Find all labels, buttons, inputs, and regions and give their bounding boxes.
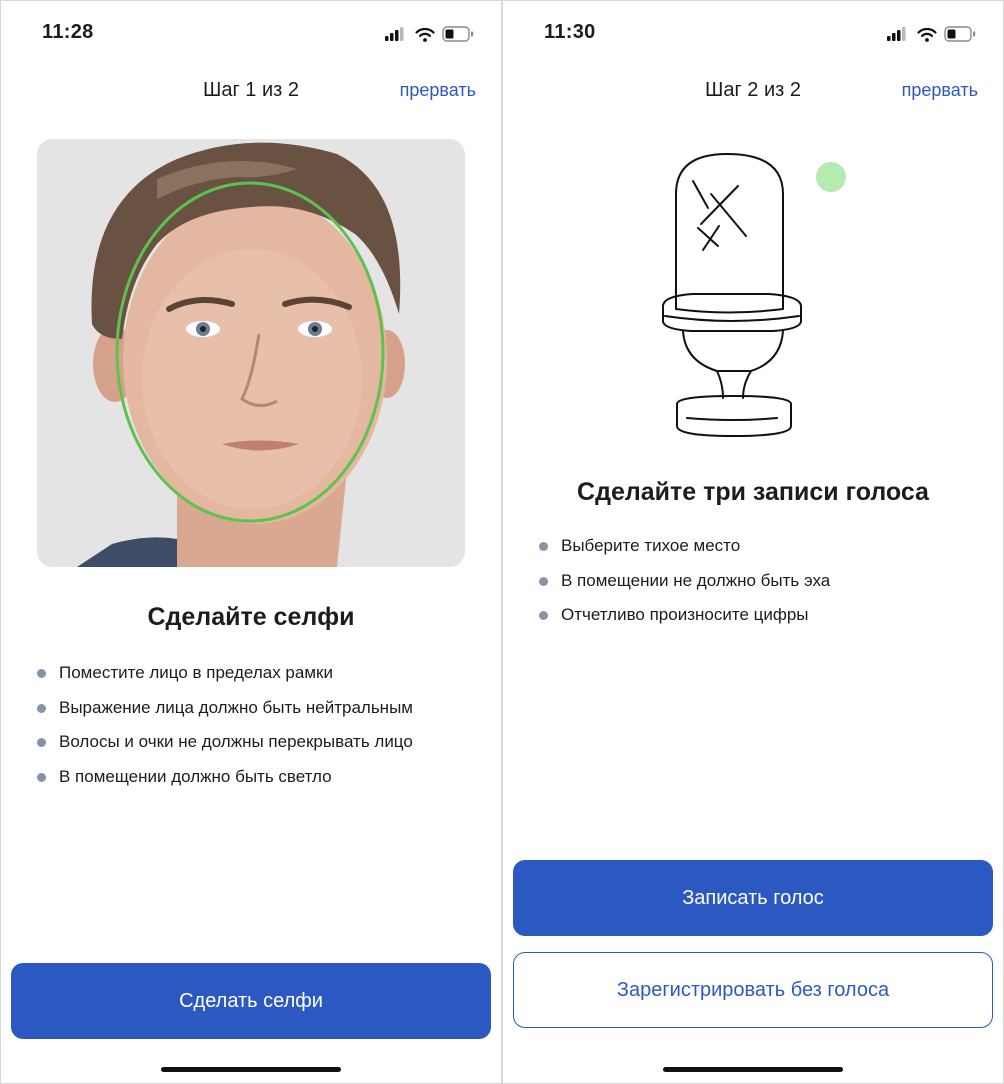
bullet-dot-icon <box>37 738 46 747</box>
wifi-icon <box>415 27 435 42</box>
bullet-dot-icon <box>37 772 46 782</box>
instruction-text: Выберите тихое место <box>561 536 741 555</box>
cellular-signal-icon <box>887 27 906 41</box>
selfie-preview <box>37 139 465 567</box>
status-time: 11:30 <box>544 21 596 43</box>
selfie-heading: Сделайте селфи <box>147 603 355 631</box>
cellular-signal-icon <box>385 27 404 41</box>
home-indicator[interactable] <box>663 1067 843 1072</box>
status-icons <box>385 26 474 42</box>
instruction-item: В помещении не должно быть эха <box>539 569 983 604</box>
instruction-item: Выберите тихое место <box>539 534 983 569</box>
recording-indicator <box>816 162 846 192</box>
instruction-item: Волосы и очки не должны перекрывать лицо <box>37 730 481 765</box>
abort-link[interactable]: прервать <box>400 80 476 101</box>
status-bar: 11:28 <box>1 1 501 61</box>
instruction-text: В помещении должно быть светло <box>59 766 332 786</box>
abort-link[interactable]: прервать <box>902 80 978 101</box>
record-voice-button[interactable]: Записать голос <box>513 860 993 936</box>
bullet-dot-icon <box>539 576 548 586</box>
instruction-text: Волосы и очки не должны перекрывать лицо <box>59 732 413 751</box>
instruction-text: Отчетливо произносите цифры <box>561 605 809 624</box>
take-selfie-button[interactable]: Сделать селфи <box>11 963 491 1039</box>
selfie-step-screen: 11:28 Шаг 1 из 2 прервать Сделайте селфи… <box>1 1 501 1083</box>
bullet-dot-icon <box>539 542 548 551</box>
instruction-item: Поместите лицо в пределах рамки <box>37 661 481 696</box>
voice-heading: Сделайте три записи голоса <box>577 478 929 506</box>
selfie-instructions: Поместите лицо в пределах рамки Выражени… <box>37 661 481 799</box>
bullet-dot-icon <box>37 669 46 678</box>
instruction-item: Выражение лица должно быть нейтральным <box>37 696 481 731</box>
battery-icon <box>442 26 474 42</box>
face-photo <box>37 139 465 567</box>
register-without-voice-button[interactable]: Зарегистрировать без голоса <box>513 952 993 1028</box>
voice-instructions: Выберите тихое место В помещении не долж… <box>539 534 983 638</box>
home-indicator[interactable] <box>161 1067 341 1072</box>
instruction-text: Выражение лица должно быть нейтральным <box>59 697 413 717</box>
status-time: 11:28 <box>42 21 94 43</box>
battery-icon <box>944 26 976 42</box>
status-icons <box>887 26 976 42</box>
instruction-item: Отчетливо произносите цифры <box>539 603 983 638</box>
instruction-text: В помещении не должно быть эха <box>561 570 831 590</box>
instruction-item: В помещении должно быть светло <box>37 765 481 800</box>
voice-step-screen: 11:30 Шаг 2 из 2 прервать Сделайте три з… <box>503 1 1003 1083</box>
bullet-dot-icon <box>539 611 548 620</box>
instruction-text: Поместите лицо в пределах рамки <box>59 663 333 682</box>
microphone-illustration <box>661 153 846 437</box>
bullet-dot-icon <box>37 703 46 713</box>
status-bar: 11:30 <box>503 1 1003 61</box>
wifi-icon <box>917 27 937 42</box>
